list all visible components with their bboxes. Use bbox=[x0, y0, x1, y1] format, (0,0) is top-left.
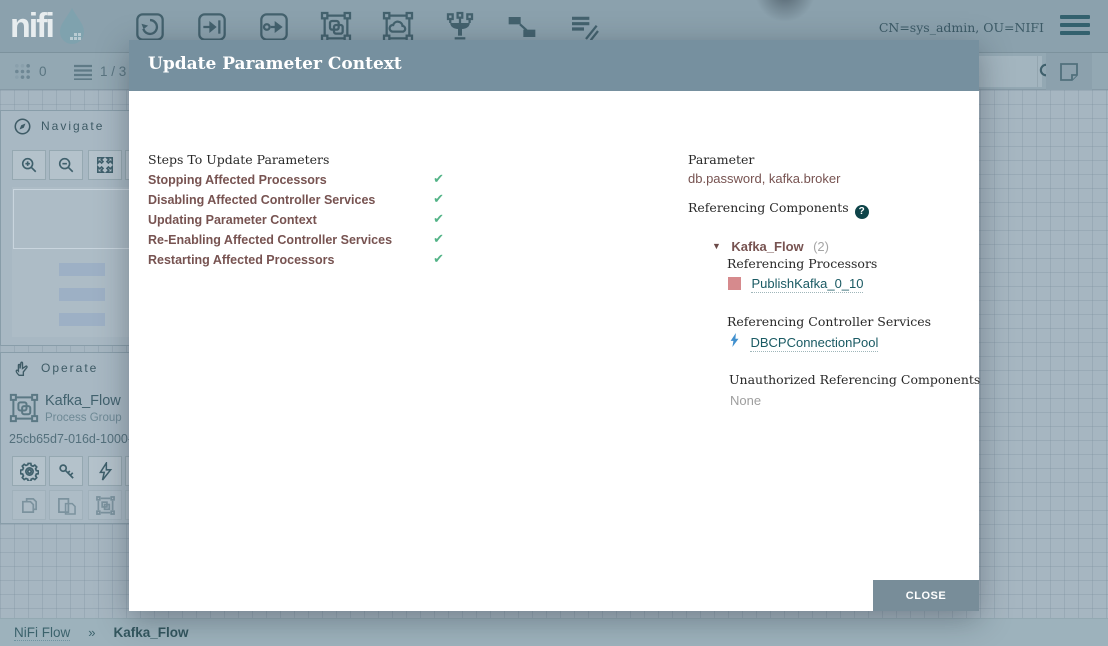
nifi-app: nifi bbox=[0, 0, 1108, 646]
global-menu-icon[interactable] bbox=[1060, 15, 1090, 37]
parameter-value: db.password, kafka.broker bbox=[688, 171, 840, 186]
selection-type: Process Group bbox=[45, 412, 122, 424]
help-icon[interactable]: ? bbox=[855, 205, 869, 219]
dialog-title: Update Parameter Context bbox=[148, 54, 402, 74]
referencing-processors-heading: Referencing Processors bbox=[727, 256, 877, 271]
access-policies-button[interactable] bbox=[49, 456, 83, 486]
process-group-tree-node[interactable]: ▼ Kafka_Flow (2) bbox=[712, 238, 829, 256]
zoom-out-button[interactable] bbox=[49, 150, 83, 180]
update-step-label: Updating Parameter Context bbox=[148, 213, 317, 227]
update-parameter-context-dialog: Update Parameter Context Steps To Update… bbox=[129, 40, 979, 611]
navigate-panel-title: Navigate bbox=[41, 119, 104, 133]
referencing-service-item: DBCPConnectionPool bbox=[729, 333, 878, 352]
note-icon bbox=[1059, 62, 1079, 82]
zoom-fit-button[interactable] bbox=[88, 150, 122, 180]
dropdown-shadow bbox=[740, 0, 830, 26]
service-link[interactable]: DBCPConnectionPool bbox=[750, 335, 878, 352]
selected-process-group-icon bbox=[9, 391, 39, 425]
active-threads-status: 0 bbox=[14, 53, 47, 90]
close-button[interactable]: CLOSE bbox=[873, 580, 979, 611]
breadcrumb: NiFi Flow » Kafka_Flow bbox=[0, 618, 1108, 646]
caret-down-icon[interactable]: ▼ bbox=[712, 241, 721, 251]
check-icon: ✔ bbox=[433, 251, 444, 267]
referencing-processor-item: PublishKafka_0_10 bbox=[728, 275, 863, 293]
group-button[interactable] bbox=[88, 490, 122, 520]
update-step: Re-Enabling Affected Controller Services… bbox=[148, 231, 444, 251]
processor-link[interactable]: PublishKafka_0_10 bbox=[751, 276, 863, 293]
minimap-component bbox=[59, 313, 105, 326]
minimap-component bbox=[59, 288, 105, 301]
update-step: Stopping Affected Processors ✔ bbox=[148, 171, 444, 191]
threads-icon bbox=[14, 63, 31, 80]
queue-list-icon bbox=[74, 64, 92, 80]
user-identity[interactable]: CN=sys_admin, OU=NIFI bbox=[879, 20, 1044, 35]
update-step-label: Stopping Affected Processors bbox=[148, 173, 327, 187]
check-icon: ✔ bbox=[433, 171, 444, 187]
pointer-hand-icon bbox=[14, 360, 31, 377]
check-icon: ✔ bbox=[433, 211, 444, 227]
update-step-label: Disabling Affected Controller Services bbox=[148, 193, 375, 207]
nifi-drop-icon bbox=[57, 7, 87, 45]
nifi-logo: nifi bbox=[10, 6, 87, 46]
nifi-logo-text: nifi bbox=[10, 6, 53, 46]
parameter-heading: Parameter bbox=[688, 152, 754, 167]
active-thread-count: 0 bbox=[39, 64, 47, 79]
update-step-label: Re-Enabling Affected Controller Services bbox=[148, 233, 392, 247]
queued-status: 1 / 3 bbox=[74, 53, 126, 90]
process-group-count: (2) bbox=[813, 239, 829, 254]
paste-button[interactable] bbox=[49, 490, 83, 520]
enable-button[interactable] bbox=[88, 456, 122, 486]
operate-panel-title: Operate bbox=[41, 361, 98, 375]
update-step: Updating Parameter Context ✔ bbox=[148, 211, 444, 231]
check-icon: ✔ bbox=[433, 191, 444, 207]
selection-name: Kafka_Flow bbox=[45, 393, 121, 409]
update-step: Disabling Affected Controller Services ✔ bbox=[148, 191, 444, 211]
minimap-component bbox=[59, 263, 105, 276]
breadcrumb-separator: » bbox=[88, 625, 95, 640]
selection-id[interactable]: 25cb65d7-016d-1000- bbox=[9, 432, 130, 446]
settings-drawer-button[interactable] bbox=[1046, 53, 1092, 90]
update-step: Restarting Affected Processors ✔ bbox=[148, 251, 444, 271]
steps-heading: Steps To Update Parameters bbox=[148, 152, 329, 167]
update-step-label: Restarting Affected Processors bbox=[148, 253, 334, 267]
compass-icon bbox=[14, 118, 31, 135]
breadcrumb-root-link[interactable]: NiFi Flow bbox=[14, 625, 70, 641]
queued-count: 1 / 3 bbox=[100, 64, 126, 79]
referencing-services-heading: Referencing Controller Services bbox=[727, 314, 931, 329]
process-group-name: Kafka_Flow bbox=[731, 239, 803, 254]
referencing-components-label: Referencing Components bbox=[688, 200, 849, 215]
controller-service-bolt-icon bbox=[729, 333, 741, 347]
dialog-header: Update Parameter Context bbox=[129, 40, 979, 91]
copy-button[interactable] bbox=[12, 490, 46, 520]
breadcrumb-current: Kafka_Flow bbox=[113, 625, 188, 640]
processor-stopped-icon bbox=[728, 277, 741, 290]
unauthorized-heading: Unauthorized Referencing Components bbox=[729, 372, 980, 387]
configure-button[interactable] bbox=[12, 456, 46, 486]
check-icon: ✔ bbox=[433, 231, 444, 247]
zoom-in-button[interactable] bbox=[12, 150, 46, 180]
referencing-components-heading: Referencing Components? bbox=[688, 200, 869, 219]
unauthorized-value: None bbox=[730, 393, 761, 408]
